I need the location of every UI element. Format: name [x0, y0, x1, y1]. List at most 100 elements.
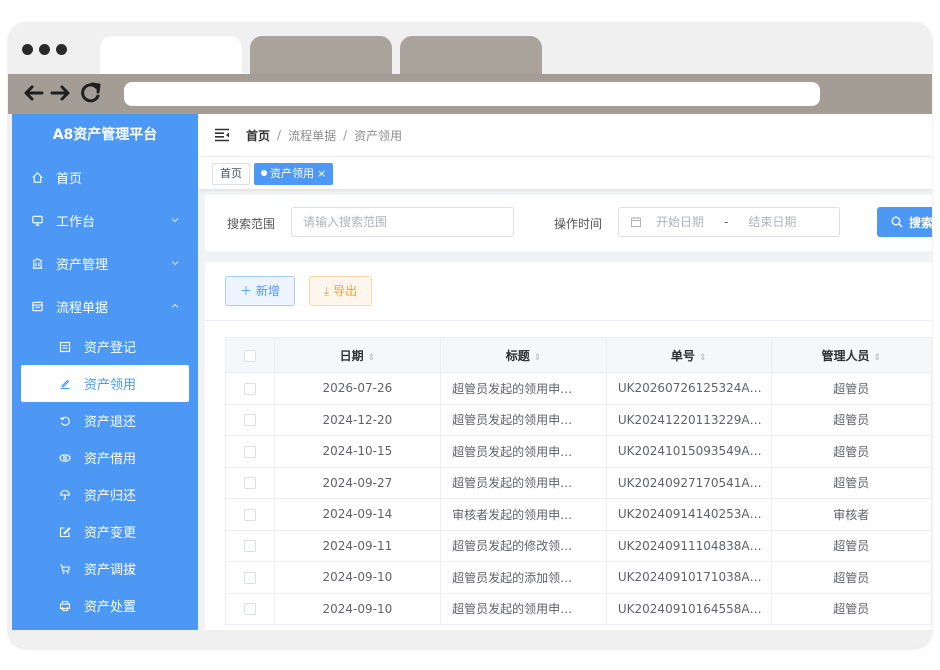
add-button[interactable]: ＋ 新增: [225, 276, 295, 306]
tag-label: 资产领用: [270, 167, 314, 180]
search-range-input[interactable]: 请输入搜索范围: [291, 207, 514, 237]
sort-icon[interactable]: ⇕: [874, 353, 882, 363]
table-row[interactable]: 2024-09-11 超管员发起的修改领… UK20240911104838A……: [225, 529, 932, 562]
search-range-placeholder: 请输入搜索范围: [303, 215, 388, 229]
eye-icon: [58, 451, 72, 465]
row-select-cell: [225, 592, 275, 625]
row-checkbox[interactable]: [243, 571, 256, 584]
reload-icon[interactable]: [78, 82, 104, 104]
browser-toolbar: [8, 74, 932, 114]
table-row[interactable]: 2024-09-10 超管员发起的添加领… UK20240910171038A……: [225, 561, 932, 594]
end-date-placeholder: 结束日期: [748, 215, 797, 229]
browser-tab[interactable]: [400, 36, 542, 74]
table-row[interactable]: 2024-09-14 审核者发起的领用申… UK20240914140253A……: [225, 498, 932, 531]
chevron-up-icon: [171, 303, 179, 308]
table-row[interactable]: 2026-07-26 超管员发起的领用申… UK20260726125324A……: [225, 372, 932, 405]
export-button[interactable]: ⤓ 导出: [309, 276, 373, 306]
sidebar-item-asset-management[interactable]: 资产管理: [12, 242, 198, 285]
close-icon[interactable]: ×: [317, 167, 326, 180]
search-button[interactable]: 搜索: [877, 207, 932, 237]
app-title: A8资产管理平台: [52, 127, 158, 143]
cell-manager: 超管员: [770, 372, 932, 405]
breadcrumb-item[interactable]: 流程单据: [288, 127, 336, 144]
column-header-number[interactable]: 单号 ⇕: [605, 337, 772, 373]
table-row[interactable]: 2024-09-10 超管员发起的领用申… UK20240910164558A……: [225, 592, 932, 625]
cell-manager: 超管员: [770, 529, 932, 562]
cell-title: 超管员发起的领用申…: [440, 403, 607, 436]
row-checkbox[interactable]: [243, 414, 256, 427]
row-select-cell: [225, 561, 275, 594]
sidebar-subitem-asset-giveback[interactable]: 资产归还: [12, 476, 198, 513]
select-all-cell: [225, 337, 275, 373]
back-arrow-icon[interactable]: [22, 84, 44, 102]
row-checkbox[interactable]: [243, 445, 256, 458]
search-button-label: 搜索: [909, 215, 932, 230]
cell-title: 超管员发起的添加领…: [440, 561, 607, 594]
sidebar-item-process-documents[interactable]: 流程单据: [12, 285, 198, 328]
tag-home[interactable]: 首页: [212, 163, 250, 185]
sidebar-subitem-label: 资产领用: [84, 378, 137, 393]
sidebar-subitem-asset-change[interactable]: 资产变更: [12, 513, 198, 550]
chevron-down-icon: [171, 261, 179, 266]
window-maximize-dot[interactable]: [56, 44, 67, 55]
window-close-dot[interactable]: [22, 44, 33, 55]
table-card: ＋ 新增 ⤓ 导出 日期 ⇕ 标题 ⇕ 单号 ⇕ 管理人员 ⇕ 2026-07-…: [205, 262, 932, 630]
row-select-cell: [225, 435, 275, 468]
cell-title: 超管员发起的领用申…: [440, 592, 607, 625]
forward-arrow-icon[interactable]: [50, 84, 72, 102]
cell-number: UK20241015093549A…: [605, 435, 772, 468]
printer-icon: [58, 599, 72, 613]
sort-icon[interactable]: ⇕: [368, 353, 376, 363]
column-header-manager[interactable]: 管理人员 ⇕: [770, 337, 932, 373]
select-all-checkbox[interactable]: [243, 349, 256, 362]
building-icon: [30, 257, 44, 271]
address-bar[interactable]: [124, 82, 820, 106]
sidebar-subitem-asset-borrow[interactable]: 资产借用: [12, 439, 198, 476]
cell-number: UK20241220113229A…: [605, 403, 772, 436]
chevron-down-icon: [171, 218, 179, 223]
column-header-date[interactable]: 日期 ⇕: [273, 337, 442, 373]
breadcrumb-home[interactable]: 首页: [246, 127, 270, 144]
row-select-cell: [225, 372, 275, 405]
column-header-title[interactable]: 标题 ⇕: [440, 337, 607, 373]
menu-fold-icon[interactable]: [214, 128, 230, 142]
cell-date: 2024-09-11: [273, 529, 442, 562]
date-range-picker[interactable]: 开始日期 - 结束日期: [618, 207, 840, 237]
column-header-label: 标题: [505, 348, 530, 363]
main-content: 首页 / 流程单据 / 资产领用 首页 资产领用 × 搜索范围 请输入搜索范围 操…: [198, 114, 932, 630]
browser-tab[interactable]: [250, 36, 392, 74]
cell-number: UK20240911104838A…: [605, 529, 772, 562]
row-checkbox[interactable]: [243, 382, 256, 395]
cell-date: 2024-09-10: [273, 592, 442, 625]
row-checkbox[interactable]: [243, 603, 256, 616]
row-select-cell: [225, 529, 275, 562]
table-row[interactable]: 2024-09-27 超管员发起的领用申… UK20240927170541A……: [225, 466, 932, 499]
table-row[interactable]: 2024-12-20 超管员发起的领用申… UK20241220113229A……: [225, 403, 932, 436]
operation-time-label: 操作时间: [554, 217, 603, 231]
sort-icon[interactable]: ⇕: [699, 353, 707, 363]
table-row[interactable]: 2024-10-15 超管员发起的领用申… UK20241015093549A……: [225, 435, 932, 468]
sidebar-subitem-asset-register[interactable]: 资产登记: [12, 328, 198, 365]
sidebar-item-workbench[interactable]: 工作台: [12, 199, 198, 242]
sidebar-item-home[interactable]: 首页: [12, 156, 198, 199]
cell-number: UK20240910171038A…: [605, 561, 772, 594]
sidebar-subitem-label: 资产调拔: [84, 563, 137, 578]
document-icon: [30, 300, 44, 314]
cell-manager: 超管员: [770, 435, 932, 468]
row-checkbox[interactable]: [243, 540, 256, 553]
window-controls: [22, 44, 67, 55]
row-checkbox[interactable]: [243, 508, 256, 521]
browser-tab-active[interactable]: [100, 36, 242, 74]
sidebar-subitem-label: 资产借用: [84, 452, 137, 467]
search-range-label: 搜索范围: [227, 217, 276, 231]
top-navbar: 首页 / 流程单据 / 资产领用: [198, 114, 932, 156]
row-checkbox[interactable]: [243, 477, 256, 490]
cell-manager: 超管员: [770, 561, 932, 594]
window-minimize-dot[interactable]: [39, 44, 50, 55]
sort-icon[interactable]: ⇕: [534, 353, 542, 363]
tag-asset-requisition[interactable]: 资产领用 ×: [254, 163, 334, 185]
sidebar-subitem-asset-return[interactable]: 资产退还: [12, 402, 198, 439]
sidebar-subitem-asset-transfer[interactable]: 资产调拔: [12, 550, 198, 587]
sidebar-subitem-asset-requisition[interactable]: 资产领用: [21, 365, 189, 402]
sidebar-subitem-asset-disposal[interactable]: 资产处置: [12, 587, 198, 624]
